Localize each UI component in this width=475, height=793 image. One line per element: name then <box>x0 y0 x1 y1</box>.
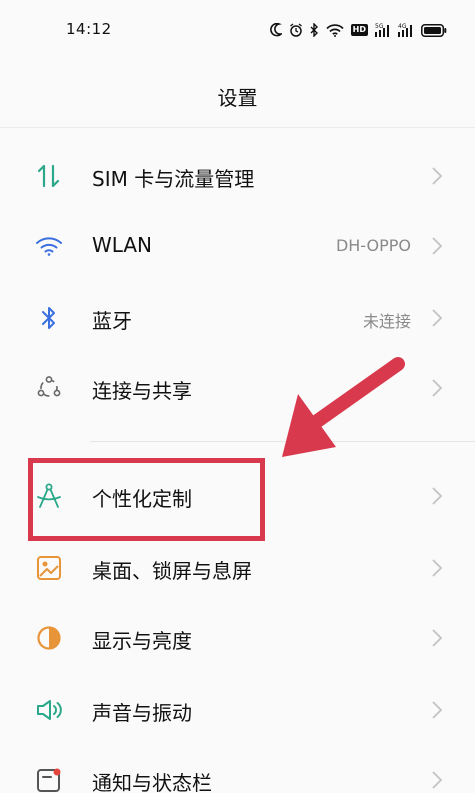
settings-item-label: 蓝牙 <box>92 309 132 333</box>
status-bar: 14:12 HD 5G 4G <box>0 0 475 60</box>
bluetooth-icon <box>34 306 64 330</box>
connection-share-icon <box>34 376 64 400</box>
status-icons: HD 5G 4G <box>269 20 447 40</box>
settings-item-wallpaper[interactable]: 桌面、锁屏与息屏 <box>0 532 475 604</box>
battery-icon <box>421 23 447 37</box>
settings-item-label: 声音与振动 <box>92 701 192 725</box>
settings-item-bluetooth[interactable]: 蓝牙 未连接 <box>0 282 475 354</box>
header-divider <box>0 127 475 128</box>
chevron-right-icon <box>431 628 443 648</box>
moon-icon <box>269 23 282 37</box>
chevron-right-icon <box>431 486 443 506</box>
settings-item-sim[interactable]: SIM 卡与流量管理 <box>0 140 475 212</box>
annotation-highlight-box <box>28 458 265 541</box>
wifi-icon <box>34 234 64 258</box>
settings-item-label: 显示与亮度 <box>92 629 192 653</box>
signal-5g-icon: 5G <box>375 23 391 37</box>
section-divider <box>90 441 475 442</box>
alarm-icon <box>289 23 303 37</box>
settings-item-label: 连接与共享 <box>92 379 192 403</box>
svg-text:4G: 4G <box>398 23 407 30</box>
settings-item-notification[interactable]: 通知与状态栏 <box>0 744 475 793</box>
chevron-right-icon <box>431 308 443 328</box>
page-title: 设置 <box>217 86 258 110</box>
wifi-icon <box>326 23 344 37</box>
settings-item-label: WLAN <box>92 233 153 257</box>
chevron-right-icon <box>431 236 443 256</box>
settings-item-label: 通知与状态栏 <box>92 771 212 793</box>
settings-item-label: 桌面、锁屏与息屏 <box>92 559 252 583</box>
chevron-right-icon <box>431 770 443 790</box>
chevron-right-icon <box>431 378 443 398</box>
settings-item-sound[interactable]: 声音与振动 <box>0 674 475 746</box>
svg-text:5G: 5G <box>375 23 384 30</box>
settings-item-value: 未连接 <box>362 312 411 331</box>
settings-screen: 14:12 HD 5G 4G 设置 SIM 卡与流量管理 WLAN DH-OPP… <box>0 0 475 793</box>
settings-item-wlan[interactable]: WLAN DH-OPPO <box>0 210 475 282</box>
wallpaper-icon <box>34 556 64 580</box>
brightness-icon <box>34 626 64 650</box>
settings-item-display[interactable]: 显示与亮度 <box>0 602 475 674</box>
settings-item-label: SIM 卡与流量管理 <box>92 167 255 191</box>
sound-icon <box>34 698 64 722</box>
settings-item-value: DH-OPPO <box>335 236 411 255</box>
settings-item-connection-share[interactable]: 连接与共享 <box>0 352 475 424</box>
sim-data-icon <box>34 164 64 188</box>
chevron-right-icon <box>431 558 443 578</box>
notification-icon <box>34 768 64 792</box>
signal-4g-icon: 4G <box>398 23 414 37</box>
status-time: 14:12 <box>66 20 112 38</box>
chevron-right-icon <box>431 166 443 186</box>
hd-icon: HD <box>350 24 368 36</box>
chevron-right-icon <box>431 700 443 720</box>
bluetooth-icon <box>310 23 319 37</box>
